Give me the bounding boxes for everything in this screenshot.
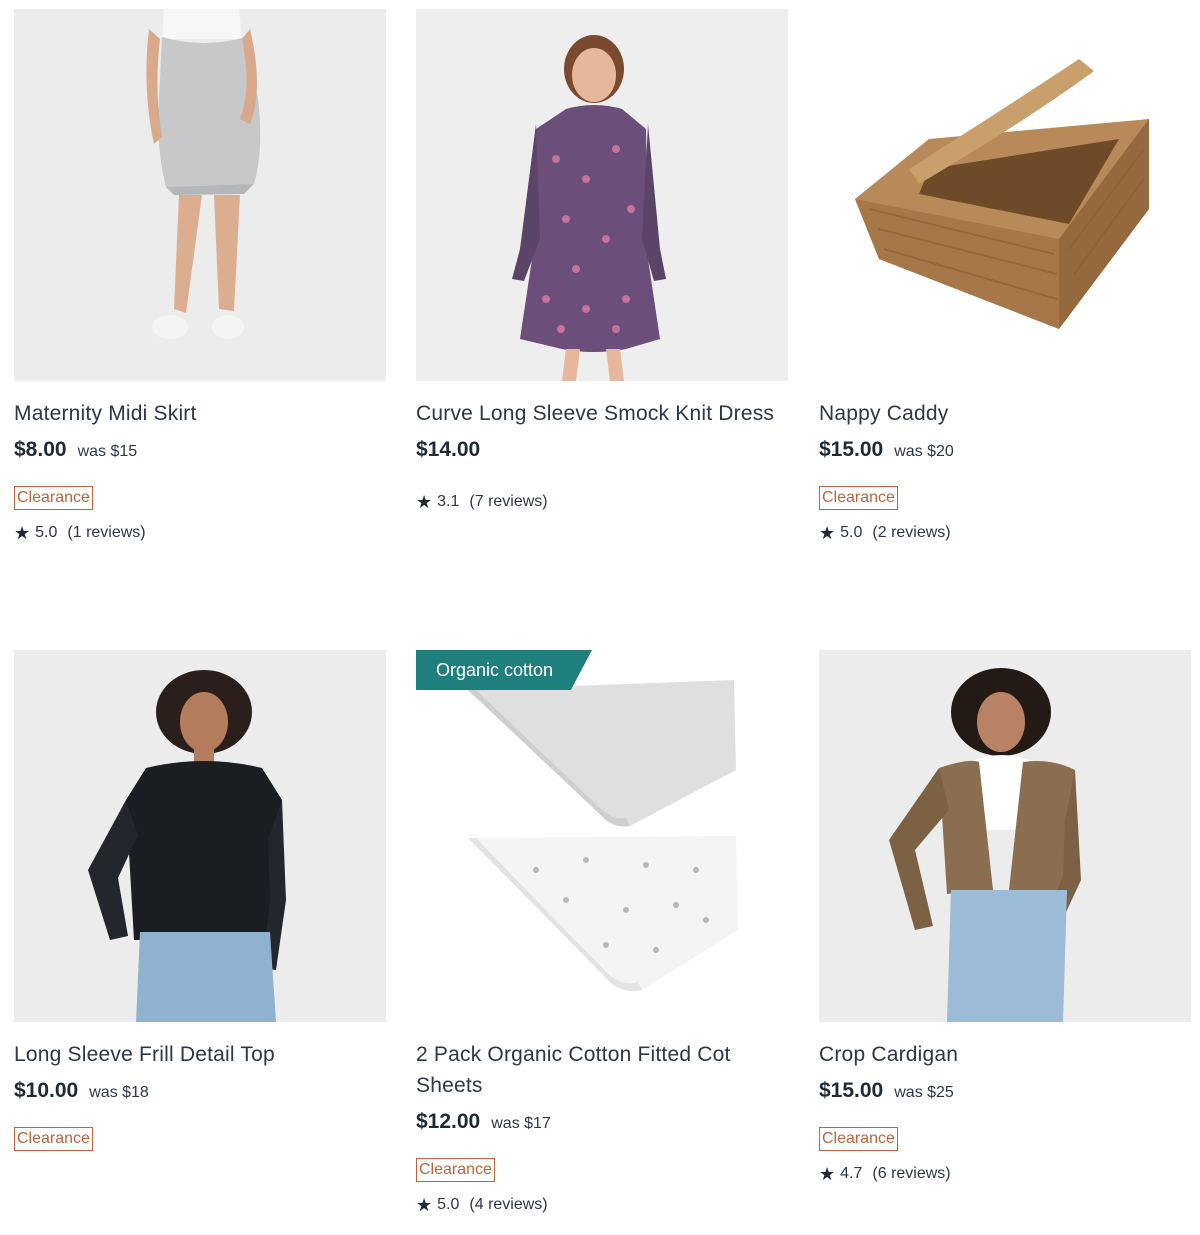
clearance-badge[interactable]: Clearance (819, 486, 898, 510)
current-price: $15.00 (819, 438, 884, 461)
clearance-badge[interactable]: Clearance (14, 1127, 93, 1151)
price-row: $8.00 was $15 (14, 438, 386, 466)
product-grid: Maternity Midi Skirt $8.00 was $15 Clear… (0, 0, 1200, 1235)
price-row: $14.00 (416, 438, 788, 466)
current-price: $8.00 (14, 438, 67, 461)
top-photo (14, 650, 386, 1022)
rating: ★ 5.0 (4 reviews) (416, 1194, 788, 1216)
product-card[interactable]: Curve Long Sleeve Smock Knit Dress $14.0… (416, 9, 788, 513)
rating-value: 5.0 (840, 524, 863, 541)
product-card[interactable]: Crop Cardigan $15.00 was $25 Clearance ★… (819, 650, 1191, 1185)
promo-tag: Organic cotton (416, 650, 592, 690)
was-price: was $20 (894, 443, 954, 460)
was-price: was $15 (77, 443, 138, 460)
price-row: $15.00 was $25 (819, 1079, 1191, 1107)
product-card[interactable]: Maternity Midi Skirt $8.00 was $15 Clear… (14, 9, 386, 544)
rating: ★ 4.7 (6 reviews) (819, 1163, 1191, 1185)
product-image[interactable] (819, 9, 1191, 381)
review-count: (1 reviews) (67, 524, 146, 541)
rating: ★ 5.0 (2 reviews) (819, 522, 1191, 544)
product-title[interactable]: Nappy Caddy (819, 398, 1191, 429)
sheets-photo (416, 650, 788, 1022)
product-image[interactable] (14, 9, 386, 381)
star-icon: ★ (416, 1194, 433, 1215)
was-price: was $18 (89, 1084, 149, 1101)
review-count: (7 reviews) (469, 493, 548, 510)
product-title[interactable]: Crop Cardigan (819, 1039, 1191, 1070)
star-icon: ★ (819, 1163, 836, 1184)
current-price: $14.00 (416, 438, 481, 461)
review-count: (2 reviews) (872, 524, 951, 541)
rating: ★ 3.1 (7 reviews) (416, 491, 788, 513)
rating: ★ 5.0 (1 reviews) (14, 522, 386, 544)
clearance-badge[interactable]: Clearance (14, 486, 93, 510)
product-image[interactable]: Organic cotton (416, 650, 788, 1022)
clearance-badge[interactable]: Clearance (416, 1158, 495, 1182)
cardigan-photo (819, 650, 1191, 1022)
review-count: (4 reviews) (469, 1196, 548, 1213)
current-price: $12.00 (416, 1110, 481, 1133)
basket-photo (819, 9, 1191, 381)
was-price: was $25 (894, 1084, 954, 1101)
price-row: $12.00 was $17 (416, 1110, 788, 1138)
product-card[interactable]: Nappy Caddy $15.00 was $20 Clearance ★ 5… (819, 9, 1191, 544)
current-price: $10.00 (14, 1079, 79, 1102)
product-image[interactable] (14, 650, 386, 1022)
rating-value: 4.7 (840, 1165, 863, 1182)
product-title[interactable]: Long Sleeve Frill Detail Top (14, 1039, 386, 1070)
price-row: $10.00 was $18 (14, 1079, 386, 1107)
price-row: $15.00 was $20 (819, 438, 1191, 466)
product-card[interactable]: Long Sleeve Frill Detail Top $10.00 was … (14, 650, 386, 1151)
rating-value: 5.0 (35, 524, 58, 541)
rating-value: 5.0 (437, 1196, 460, 1213)
clearance-badge[interactable]: Clearance (819, 1127, 898, 1151)
dress-photo (416, 9, 788, 381)
review-count: (6 reviews) (872, 1165, 951, 1182)
product-image[interactable] (819, 650, 1191, 1022)
skirt-photo (14, 9, 386, 381)
product-title[interactable]: 2 Pack Organic Cotton Fitted Cot Sheets (416, 1039, 788, 1101)
current-price: $15.00 (819, 1079, 884, 1102)
product-card[interactable]: Organic cotton 2 Pack Organic Cotton Fit… (416, 650, 788, 1216)
star-icon: ★ (14, 522, 31, 543)
product-image[interactable] (416, 9, 788, 381)
product-title[interactable]: Maternity Midi Skirt (14, 398, 386, 429)
star-icon: ★ (819, 522, 836, 543)
rating-value: 3.1 (437, 493, 460, 510)
star-icon: ★ (416, 491, 433, 512)
was-price: was $17 (491, 1115, 551, 1132)
product-title[interactable]: Curve Long Sleeve Smock Knit Dress (416, 398, 788, 429)
